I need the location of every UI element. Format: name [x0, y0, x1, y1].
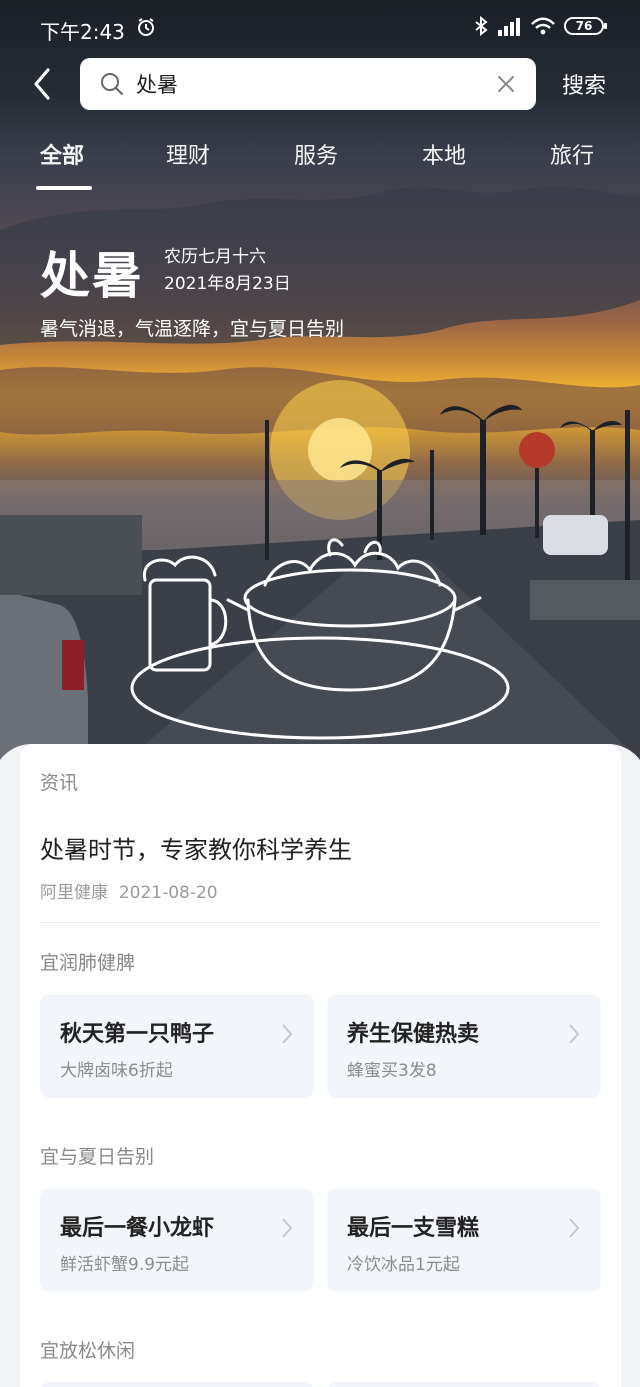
- list-item[interactable]: [40, 1382, 314, 1387]
- status-bar: 下午2:43 76: [0, 0, 640, 56]
- tile-subtitle: 冷饮冰品1元起: [347, 1255, 460, 1275]
- search-icon: [101, 73, 123, 95]
- list-item[interactable]: 秋天第一只鸭子 大牌卤味6折起: [40, 994, 314, 1098]
- tab-travel[interactable]: 旅行: [550, 138, 594, 170]
- content-card: 资讯 处暑时节，专家教你科学养生 阿里健康 2021-08-20 宜润肺健脾 秋…: [20, 744, 621, 1387]
- active-tab-indicator: [36, 186, 92, 190]
- lunar-date: 农历七月十六: [164, 247, 266, 267]
- battery-level: 76: [575, 19, 593, 33]
- solar-term-name: 处暑: [40, 247, 144, 305]
- wifi-icon: [531, 17, 555, 35]
- chevron-right-icon: [282, 1024, 293, 1044]
- status-time: 下午2:43: [40, 20, 125, 44]
- hero-banner: 下午2:43 76 处暑 搜索 全部 理财 服务 本地 旅行 处暑 农历七月十六…: [0, 0, 640, 800]
- chevron-right-icon: [569, 1218, 580, 1238]
- tab-all[interactable]: 全部: [40, 138, 84, 170]
- status-indicators: 76: [474, 16, 607, 36]
- news-title[interactable]: 处暑时节，专家教你科学养生: [40, 830, 352, 865]
- chevron-right-icon: [569, 1024, 580, 1044]
- list-item[interactable]: [327, 1382, 601, 1387]
- news-date: 2021-08-20: [118, 883, 218, 903]
- alarm-icon: [138, 18, 154, 36]
- gregorian-date: 2021年8月23日: [164, 274, 291, 294]
- group-label: 宜润肺健脾: [40, 952, 136, 974]
- list-item[interactable]: 养生保健热卖 蜂蜜买3发8: [327, 994, 601, 1098]
- tile-subtitle: 鲜活虾蟹9.9元起: [60, 1255, 190, 1275]
- list-item[interactable]: 最后一餐小龙虾 鲜活虾蟹9.9元起: [40, 1188, 314, 1292]
- tile-title: 最后一餐小龙虾: [60, 1216, 215, 1241]
- solar-term-description: 暑气消退，气温逐降，宜与夏日告别: [40, 318, 345, 340]
- sunset-background-illustration: [0, 186, 640, 800]
- group-label: 宜与夏日告别: [40, 1146, 155, 1168]
- battery-icon: 76: [564, 17, 607, 35]
- news-source: 阿里健康: [40, 883, 108, 903]
- tab-finance[interactable]: 理财: [166, 138, 210, 170]
- search-box[interactable]: [80, 58, 536, 110]
- search-button[interactable]: 搜索: [562, 68, 606, 100]
- clear-icon[interactable]: [496, 74, 516, 94]
- chevron-right-icon: [282, 1218, 293, 1238]
- tab-local[interactable]: 本地: [422, 138, 466, 170]
- back-icon[interactable]: [26, 64, 60, 104]
- news-section-label: 资讯: [40, 772, 79, 794]
- news-meta: 阿里健康 2021-08-20: [40, 878, 218, 903]
- group-label: 宜放松休闲: [40, 1340, 136, 1362]
- bluetooth-icon: [475, 16, 488, 36]
- tab-services[interactable]: 服务: [294, 138, 338, 170]
- tile-subtitle: 大牌卤味6折起: [60, 1061, 173, 1081]
- tile-title: 最后一支雪糕: [347, 1216, 480, 1241]
- search-input[interactable]: [136, 68, 466, 100]
- tile-title: 养生保健热卖: [347, 1022, 480, 1047]
- list-item[interactable]: 最后一支雪糕 冷饮冰品1元起: [327, 1188, 601, 1292]
- signal-icon: [498, 18, 520, 36]
- tile-subtitle: 蜂蜜买3发8: [347, 1061, 437, 1081]
- category-tabs: 全部 理财 服务 本地 旅行: [0, 138, 640, 198]
- divider: [40, 922, 601, 923]
- tile-title: 秋天第一只鸭子: [60, 1022, 215, 1047]
